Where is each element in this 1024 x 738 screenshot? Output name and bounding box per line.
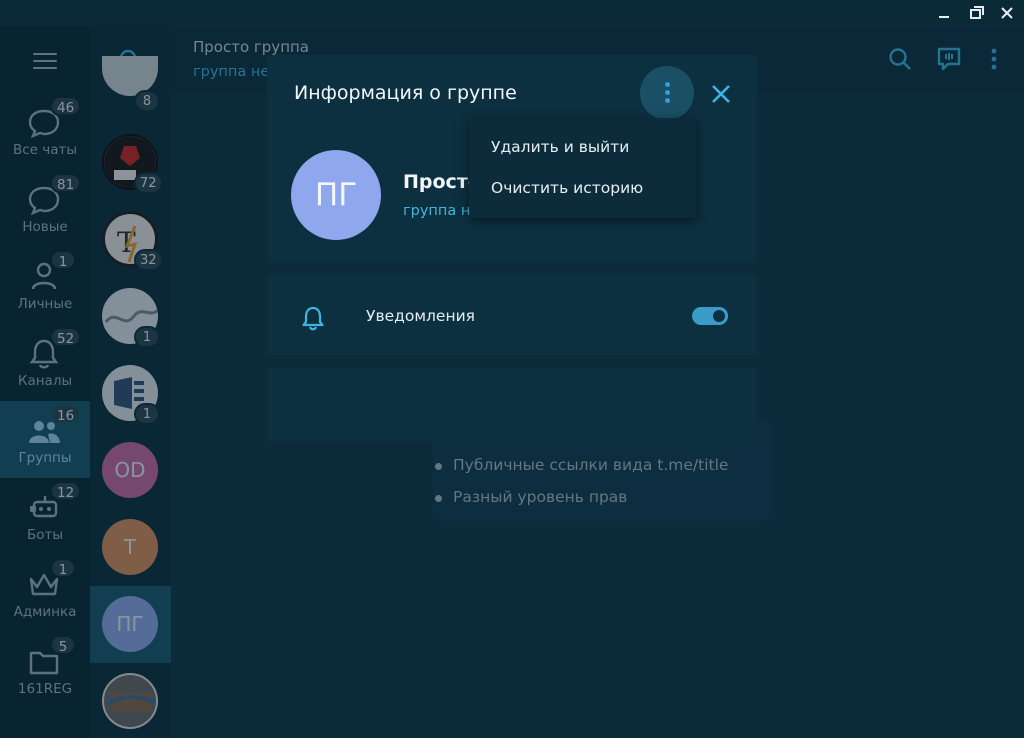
more-dot [665,98,670,103]
close-icon[interactable] [707,80,735,108]
group-avatar[interactable]: ПГ [291,150,381,240]
notifications-label: Уведомления [366,307,475,325]
menu-item-clear-history[interactable]: Очистить историю [491,179,643,197]
maximize-button[interactable] [966,2,988,24]
toggle-knob [710,307,728,325]
more-vertical-icon [665,82,670,87]
close-icon [1001,7,1013,19]
dialog-title: Информация о группе [294,82,517,104]
group-status: группа н [403,203,471,219]
more-options-menu: Удалить и выйти Очистить историю [469,118,696,218]
notifications-toggle[interactable] [692,307,728,325]
window-titlebar [0,0,1024,26]
bell-icon [302,306,324,331]
group-info-dialog: Информация о группе ПГ Просто группа н У… [267,55,757,441]
minimize-icon [939,16,949,18]
close-window-button[interactable] [996,2,1018,24]
dialog-extra-panel [267,368,757,441]
maximize-icon [970,6,984,19]
notifications-row[interactable]: Уведомления [267,275,757,355]
menu-item-delete-and-leave[interactable]: Удалить и выйти [491,138,629,156]
more-dot [665,90,670,95]
minimize-button[interactable] [933,2,955,24]
more-options-button[interactable] [640,66,694,120]
